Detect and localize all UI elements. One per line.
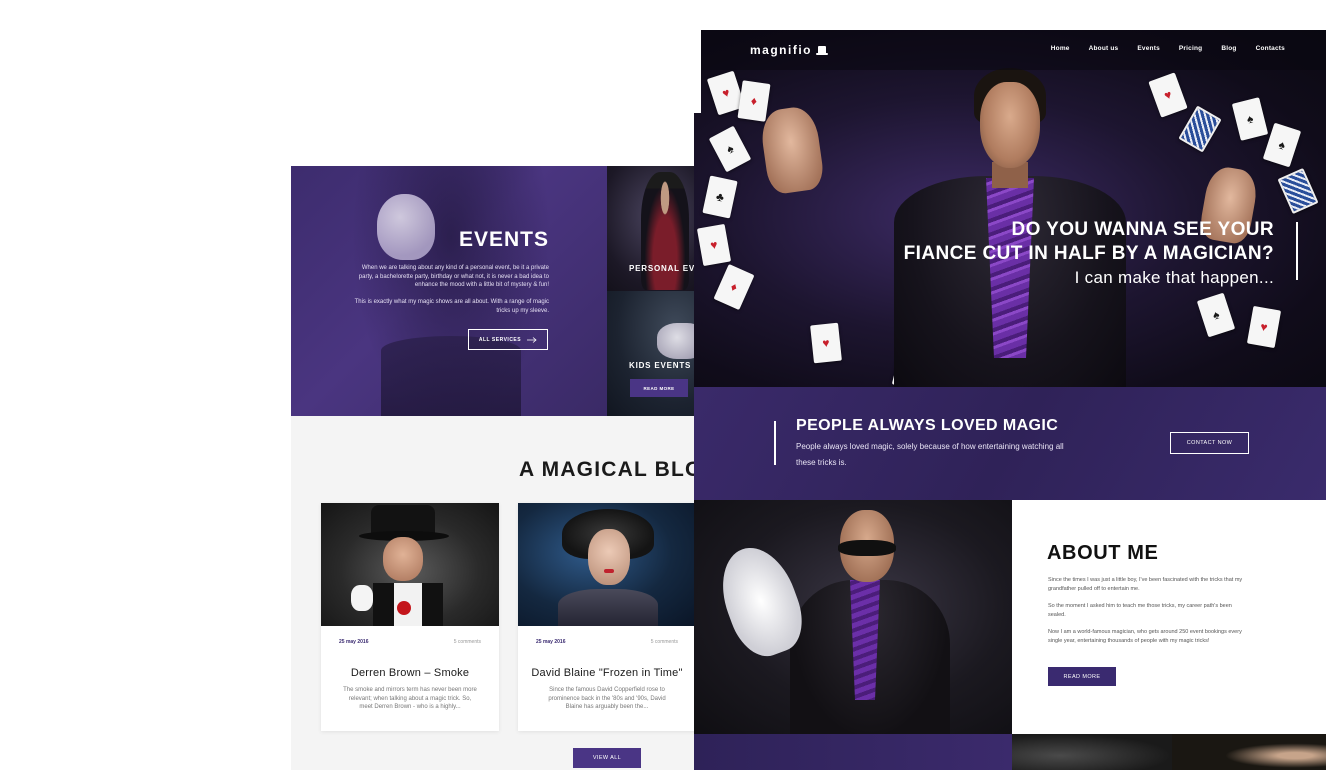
playing-card: ♠ xyxy=(1262,122,1302,168)
nav-link-pricing[interactable]: Pricing xyxy=(1179,45,1202,52)
gallery-image xyxy=(694,734,1012,770)
playing-card: ♥ xyxy=(1148,72,1188,118)
events-title: EVENTS xyxy=(458,228,549,251)
top-navigation: magnifio Home About us Events Pricing Bl… xyxy=(694,30,1326,70)
front-page-mockup: ♥ ♦ ♠ ♣ ♥ ♦ ♥ ♦ ♥ ♠ ♠ ♠ ♥ xyxy=(694,30,1326,770)
blog-card-date: 25 may 2016 xyxy=(536,639,566,645)
all-services-button[interactable]: ALL SERVICES xyxy=(468,329,548,350)
arrow-right-icon xyxy=(527,336,537,343)
personal-events-label: PERSONAL EVE xyxy=(629,264,702,273)
site-logo[interactable]: magnifio xyxy=(750,43,828,57)
blog-card-image xyxy=(518,503,696,626)
blog-card[interactable]: 25 may 2016 5 comments David Blaine "Fro… xyxy=(518,503,696,731)
playing-card-back xyxy=(1277,167,1319,215)
blog-card-image xyxy=(321,503,499,626)
blog-card-comments[interactable]: 5 comments xyxy=(454,639,481,645)
hero-line-1: DO YOU WANNA SEE YOUR xyxy=(1011,219,1274,240)
events-paragraph-2: This is exactly what my magic shows are … xyxy=(354,299,549,314)
contact-now-button[interactable]: CONTACT NOW xyxy=(1170,432,1249,454)
gallery-image xyxy=(1012,734,1172,770)
playing-card: ♥ xyxy=(1246,305,1282,349)
about-read-more-button[interactable]: READ MORE xyxy=(1048,667,1116,686)
events-section: EVENTS When we are talking about any kin… xyxy=(291,166,607,416)
playing-card: ♦ xyxy=(737,80,771,122)
gallery-image xyxy=(1172,734,1326,770)
logo-text: magnifio xyxy=(750,43,812,57)
about-title: ABOUT ME xyxy=(1047,542,1159,564)
playing-card: ♦ xyxy=(713,263,755,311)
playing-card-back xyxy=(1178,105,1222,153)
back-page-mockup: EVENTS When we are talking about any kin… xyxy=(291,166,721,770)
events-paragraph-1: When we are talking about any kind of a … xyxy=(358,265,549,288)
blog-card-excerpt: The smoke and mirrors term has never bee… xyxy=(343,687,477,710)
hero-divider xyxy=(1296,222,1298,280)
showcase-canvas: EVENTS When we are talking about any kin… xyxy=(0,0,1326,770)
playing-card: ♠ xyxy=(708,125,752,173)
blog-card[interactable]: 25 may 2016 5 comments Derren Brown – Sm… xyxy=(321,503,499,731)
about-paragraph-1: Since the times I was just a little boy,… xyxy=(1048,577,1243,592)
hero-line-3: I can make that happen... xyxy=(1074,268,1274,287)
blog-card-title[interactable]: David Blaine "Frozen in Time" xyxy=(518,667,696,679)
nav-link-blog[interactable]: Blog xyxy=(1221,45,1236,52)
playing-card: ♥ xyxy=(810,322,842,364)
top-hat-wand-icon xyxy=(816,45,828,56)
blog-card-title[interactable]: Derren Brown – Smoke xyxy=(321,667,499,679)
about-paragraph-3: Now I am a world-famous magician, who ge… xyxy=(1048,629,1242,644)
hero-line-2: FIANCE CUT IN HALF BY A MAGICIAN? xyxy=(903,243,1274,264)
band-title: PEOPLE ALWAYS LOVED MAGIC xyxy=(796,417,1059,434)
playing-card: ♣ xyxy=(702,175,738,219)
magician-dove-image xyxy=(694,500,1012,734)
nav-links: Home About us Events Pricing Blog Contac… xyxy=(1051,45,1285,52)
bottom-gallery-strip xyxy=(694,734,1326,770)
white-glove-image xyxy=(377,194,435,260)
kids-events-label: KIDS EVENTS xyxy=(629,361,692,370)
people-loved-magic-band: PEOPLE ALWAYS LOVED MAGIC People always … xyxy=(694,387,1326,500)
nav-link-about-us[interactable]: About us xyxy=(1089,45,1119,52)
about-me-section: ABOUT ME Since the times I was just a li… xyxy=(1012,500,1326,734)
blog-card-excerpt: Since the famous David Copperfield rose … xyxy=(548,687,666,710)
playing-card: ♠ xyxy=(1196,292,1236,338)
nav-link-events[interactable]: Events xyxy=(1137,45,1160,52)
band-divider xyxy=(774,421,776,465)
all-services-label: ALL SERVICES xyxy=(478,336,522,343)
nav-link-home[interactable]: Home xyxy=(1051,45,1070,52)
hero-section: ♥ ♦ ♠ ♣ ♥ ♦ ♥ ♦ ♥ ♠ ♠ ♠ ♥ xyxy=(694,30,1326,387)
view-all-button[interactable]: VIEW ALL xyxy=(573,748,641,768)
nav-link-contacts[interactable]: Contacts xyxy=(1256,45,1285,52)
blog-card-comments[interactable]: 5 comments xyxy=(651,639,678,645)
blog-title: A MAGICAL BLOG xyxy=(519,458,721,481)
playing-card: ♥ xyxy=(696,223,732,267)
kids-read-more-button[interactable]: READ MORE xyxy=(630,379,688,397)
playing-card: ♠ xyxy=(1231,97,1269,141)
blog-card-date: 25 may 2016 xyxy=(339,639,369,645)
canvas-gap xyxy=(694,30,701,113)
band-text: People always loved magic, solely becaus… xyxy=(796,442,1064,467)
hero-headline: DO YOU WANNA SEE YOUR FIANCE CUT IN HALF… xyxy=(904,218,1274,290)
about-paragraph-2: So the moment I asked him to teach me th… xyxy=(1048,603,1232,618)
